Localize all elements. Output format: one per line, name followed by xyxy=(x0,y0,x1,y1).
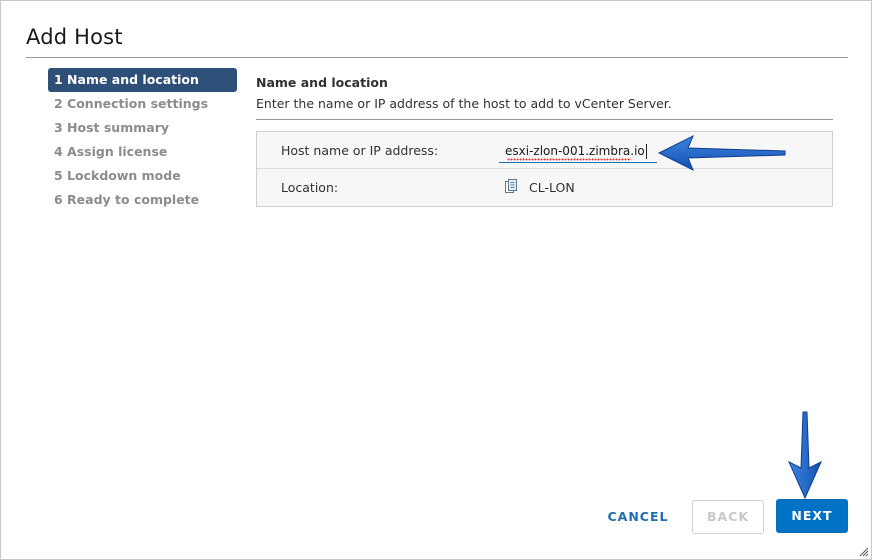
host-name-row: Host name or IP address: xyxy=(257,132,832,169)
text-caret xyxy=(646,144,647,159)
step-host-summary: 3 Host summary xyxy=(54,120,170,135)
back-button[interactable]: BACK xyxy=(692,500,764,534)
section-divider xyxy=(256,119,833,120)
resize-grip-icon[interactable] xyxy=(857,545,869,557)
step-ready-to-complete: 6 Ready to complete xyxy=(54,192,200,207)
step-connection-settings: 2 Connection settings xyxy=(54,96,209,111)
location-value[interactable]: CL-LON xyxy=(529,180,575,195)
step-lockdown-mode: 5 Lockdown mode xyxy=(54,168,181,183)
cancel-button[interactable]: CANCEL xyxy=(596,500,680,534)
add-host-dialog: Add Host 1 Name and location 2 Connectio… xyxy=(0,0,872,560)
section-description: Enter the name or IP address of the host… xyxy=(256,96,672,111)
step-name-and-location[interactable]: 1 Name and location xyxy=(48,68,237,92)
host-name-input[interactable] xyxy=(499,139,657,163)
datacenter-icon xyxy=(505,179,517,193)
next-button[interactable]: NEXT xyxy=(776,499,848,533)
step-assign-license: 4 Assign license xyxy=(54,144,168,159)
location-row: Location: CL-LON xyxy=(257,169,832,206)
section-title: Name and location xyxy=(256,75,388,90)
location-label: Location: xyxy=(281,180,339,195)
dialog-title: Add Host xyxy=(26,25,123,49)
host-name-label: Host name or IP address: xyxy=(281,143,439,158)
title-divider xyxy=(26,57,848,58)
wizard-steps: 1 Name and location 2 Connection setting… xyxy=(48,68,237,212)
host-form: Host name or IP address: Location: CL-LO… xyxy=(256,131,833,207)
